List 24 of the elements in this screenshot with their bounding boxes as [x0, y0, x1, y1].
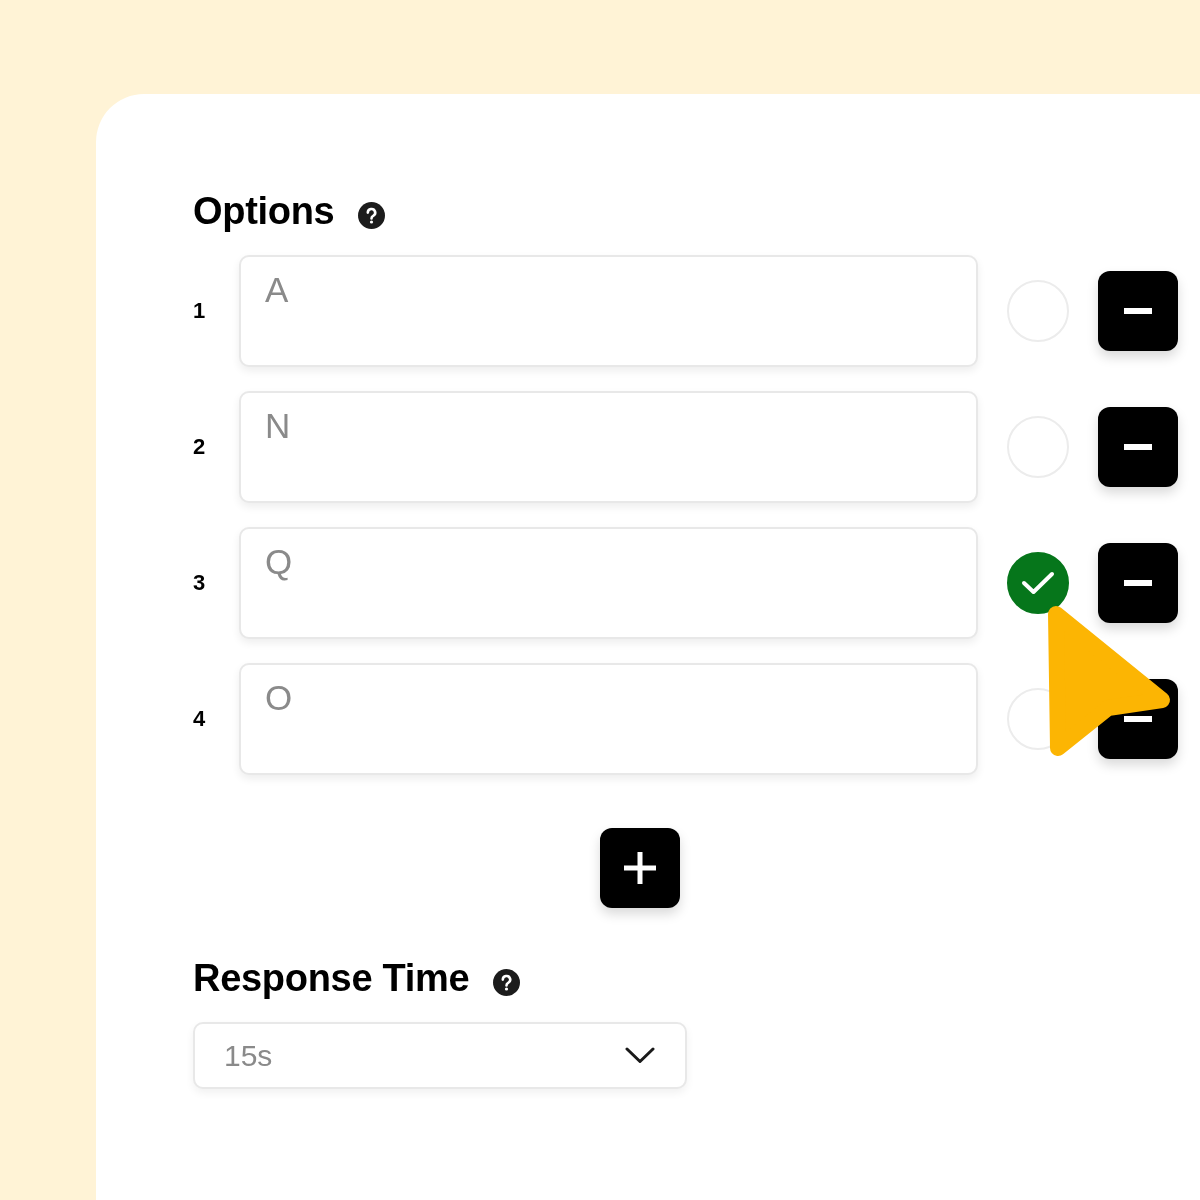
minus-icon: [1124, 308, 1152, 314]
section-heading: Options: [193, 189, 335, 234]
remove-option-button[interactable]: [1098, 407, 1178, 487]
option-input[interactable]: Q: [239, 527, 978, 639]
option-number: 2: [193, 434, 207, 460]
option-input[interactable]: A: [239, 255, 978, 367]
chevron-down-icon: [625, 1047, 655, 1064]
plus-icon: [624, 852, 656, 884]
option-number: 3: [193, 570, 207, 596]
section-heading: Response Time: [193, 956, 470, 1001]
option-number: 1: [193, 298, 207, 324]
help-icon[interactable]: [493, 969, 521, 996]
help-icon[interactable]: [358, 202, 386, 229]
minus-icon: [1124, 580, 1152, 586]
option-input[interactable]: O: [239, 663, 978, 775]
response-time-dropdown[interactable]: 15s: [193, 1022, 687, 1089]
option-number: 4: [193, 706, 207, 732]
minus-icon: [1124, 444, 1152, 450]
option-input[interactable]: N: [239, 391, 978, 503]
remove-option-button[interactable]: [1098, 543, 1178, 623]
minus-icon: [1124, 716, 1152, 722]
add-option-button[interactable]: [600, 828, 680, 908]
remove-option-button[interactable]: [1098, 271, 1178, 351]
check-icon: [1021, 570, 1055, 596]
